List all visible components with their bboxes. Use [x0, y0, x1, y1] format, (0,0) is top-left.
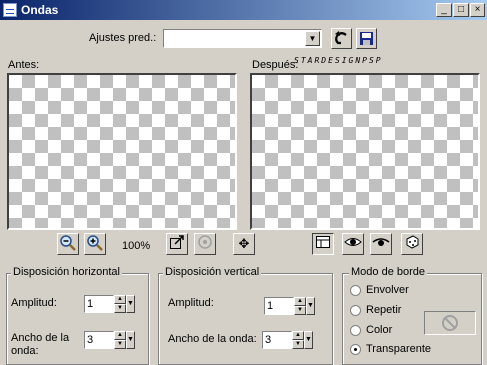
app-icon	[3, 3, 17, 17]
h-wavelength-input[interactable]: 3	[84, 331, 114, 349]
v-amplitude-spinner[interactable]: ▲ ▼	[294, 297, 306, 315]
h-amplitude-label: Amplitud:	[11, 297, 57, 309]
pan-button[interactable]: ✥	[233, 233, 255, 255]
resize-icon	[170, 235, 184, 249]
presets-dropdown[interactable]: ▼	[163, 29, 322, 48]
spin-down-icon[interactable]: ▼	[294, 306, 306, 315]
reset-arrow-icon	[335, 31, 347, 45]
h-amplitude-dropdown[interactable]: ▼	[126, 295, 135, 313]
spin-up-icon[interactable]: ▲	[114, 295, 126, 304]
pan-move-icon: ✥	[238, 236, 250, 251]
radio-wrap-label[interactable]: Envolver	[366, 284, 409, 296]
minimize-button[interactable]: _	[436, 3, 452, 17]
maximize-button[interactable]: □	[453, 3, 469, 17]
h-wavelength-dropdown[interactable]: ▼	[126, 331, 135, 349]
before-preview[interactable]	[7, 73, 237, 230]
watermark-text: STARDESIGNPSP	[294, 56, 383, 65]
reset-preset-button[interactable]	[331, 28, 352, 49]
radio-repeat-label[interactable]: Repetir	[366, 304, 401, 316]
eye-arrow-icon	[344, 238, 362, 246]
v-amplitude-input[interactable]: 1	[264, 297, 294, 315]
layout-icon	[316, 236, 330, 248]
save-disk-icon	[360, 32, 373, 45]
radio-repeat[interactable]	[350, 305, 361, 316]
h-wavelength-label-2: onda:	[11, 345, 39, 357]
magnifier-plus-icon	[87, 235, 103, 251]
horizontal-group-title: Disposición horizontal	[11, 266, 122, 278]
after-label: Después:	[252, 59, 299, 71]
v-wavelength-label: Ancho de la onda:	[168, 333, 257, 345]
v-wavelength-dropdown[interactable]: ▼	[304, 331, 313, 349]
save-preset-button[interactable]	[356, 28, 377, 49]
no-color-icon	[442, 315, 458, 331]
chevron-down-icon[interactable]: ▼	[305, 31, 320, 46]
vertical-group	[158, 273, 333, 365]
proof-icon	[198, 235, 212, 249]
edge-mode-title: Modo de borde	[349, 266, 427, 278]
radio-transparent[interactable]	[350, 344, 361, 355]
resize-preview-button[interactable]	[166, 233, 188, 255]
presets-label: Ajustes pred.:	[89, 32, 157, 44]
randomize-wave-button[interactable]	[342, 233, 364, 255]
close-button[interactable]: ×	[470, 3, 485, 17]
after-preview[interactable]	[250, 73, 480, 230]
zoom-level: 100%	[122, 240, 151, 252]
spin-up-icon[interactable]: ▲	[114, 331, 126, 340]
title-bar[interactable]	[0, 0, 487, 20]
spin-down-icon[interactable]: ▼	[114, 340, 126, 349]
vertical-group-title: Disposición vertical	[163, 266, 262, 278]
spin-up-icon[interactable]: ▲	[294, 297, 306, 306]
zoom-out-button[interactable]	[57, 233, 79, 255]
h-wavelength-label-1: Ancho de la	[11, 332, 70, 344]
radio-color[interactable]	[350, 325, 361, 336]
spin-up-icon[interactable]: ▲	[292, 331, 304, 340]
random-button[interactable]	[401, 233, 423, 255]
before-label: Antes:	[8, 59, 40, 71]
h-amplitude-input[interactable]: 1	[84, 295, 114, 313]
zoom-in-button[interactable]	[84, 233, 106, 255]
v-amplitude-dropdown[interactable]: ▼	[306, 297, 315, 315]
spin-down-icon[interactable]: ▼	[292, 340, 304, 349]
color-swatch[interactable]	[424, 311, 476, 335]
h-wavelength-spinner[interactable]: ▲ ▼	[114, 331, 126, 349]
eye-icon	[372, 238, 390, 246]
auto-proof-button[interactable]	[312, 233, 334, 255]
h-amplitude-spinner[interactable]: ▲ ▼	[114, 295, 126, 313]
window-title: Ondas	[21, 3, 59, 17]
v-wavelength-spinner[interactable]: ▲ ▼	[292, 331, 304, 349]
v-amplitude-label: Amplitud:	[168, 297, 214, 309]
proof-button[interactable]	[194, 233, 216, 255]
spin-down-icon[interactable]: ▼	[114, 304, 126, 313]
v-wavelength-input[interactable]: 3	[262, 331, 292, 349]
radio-color-label[interactable]: Color	[366, 324, 392, 336]
radio-transparent-label[interactable]: Transparente	[366, 343, 431, 355]
magnifier-minus-icon	[60, 235, 76, 251]
view-original-button[interactable]	[370, 233, 392, 255]
dice-icon	[406, 235, 419, 249]
radio-wrap[interactable]	[350, 285, 361, 296]
